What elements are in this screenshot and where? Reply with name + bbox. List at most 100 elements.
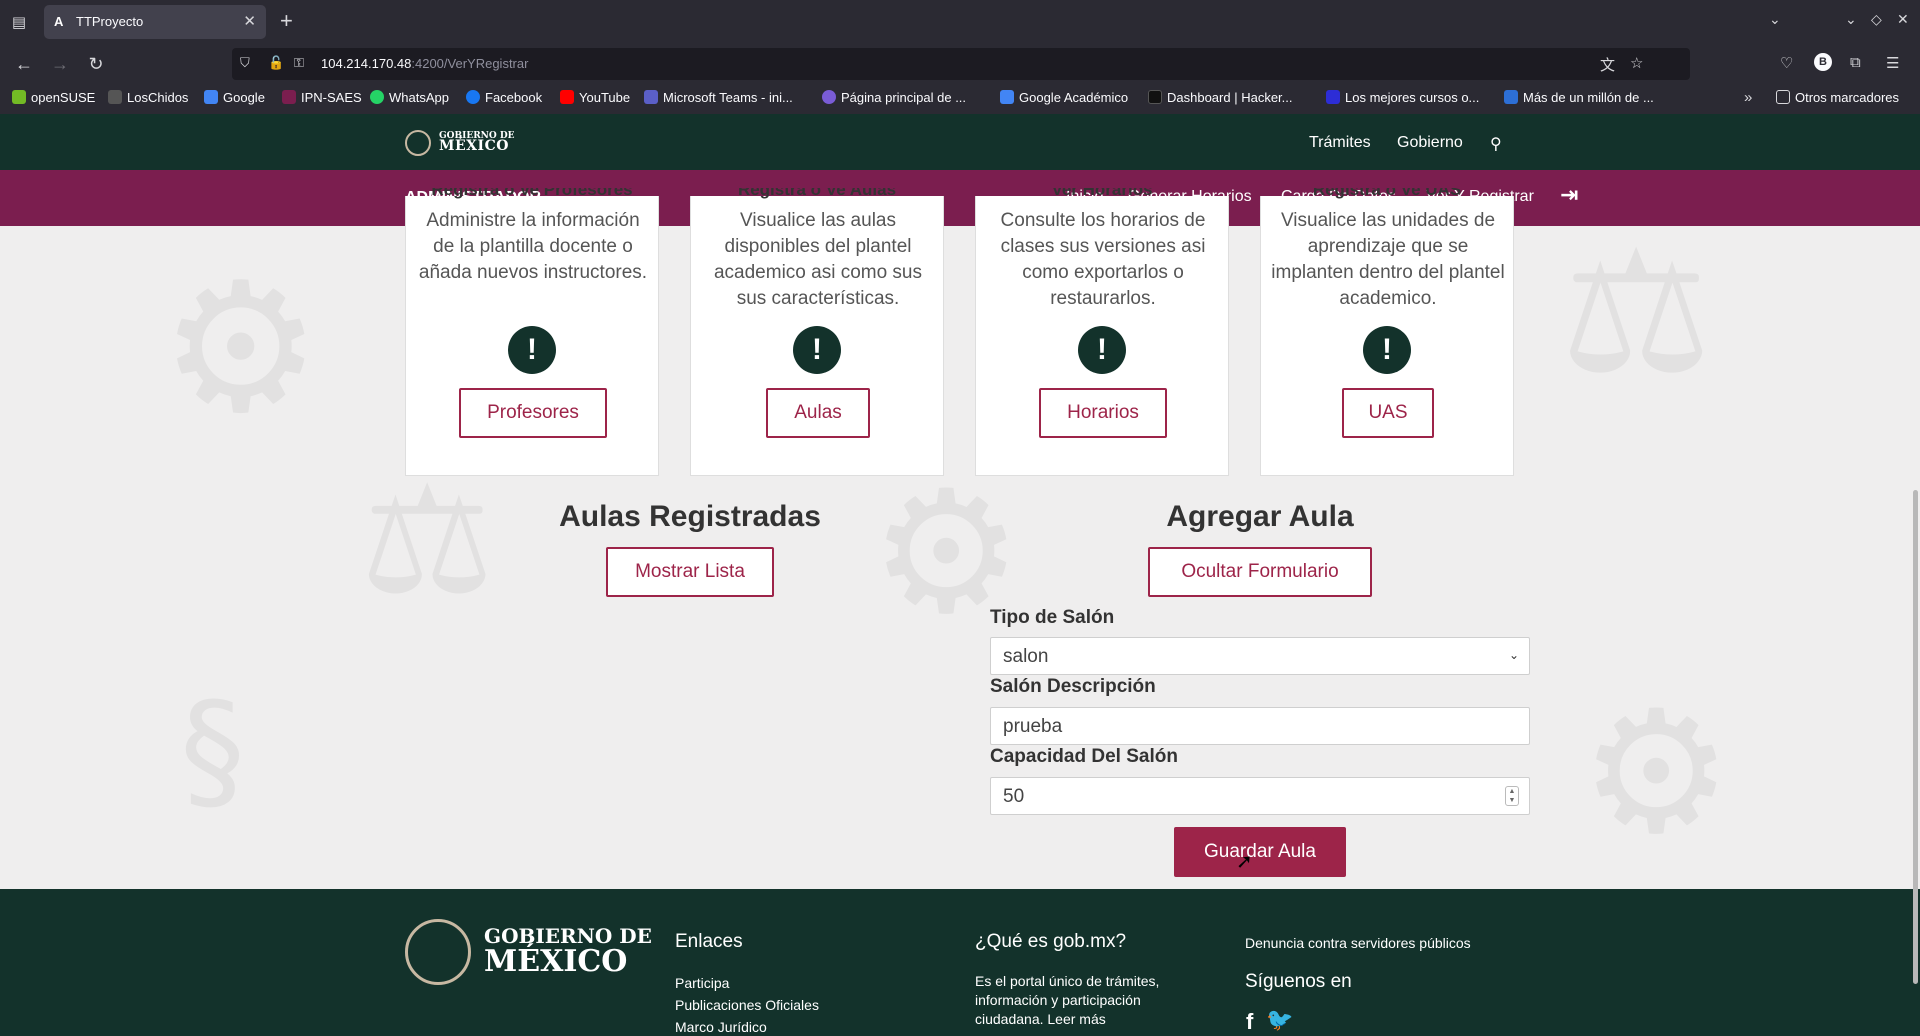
minimize-icon[interactable]: ⌄ [1845,11,1857,28]
card-title: Registra o Ve Aulas [737,188,897,199]
bookmark-item[interactable]: IPN-SAES [282,90,362,105]
footer-link-publicaciones[interactable]: Publicaciones Oficiales [675,997,819,1013]
bookmark-label: Más de un millón de ... [1523,90,1654,105]
forward-icon[interactable]: → [48,52,72,76]
page-scrollbar[interactable] [1913,490,1918,984]
bookmark-item[interactable]: Los mejores cursos o... [1326,90,1479,105]
tab-close-icon[interactable]: ✕ [243,12,256,30]
gov-logo-big: MÉXICO [439,138,509,154]
ipn-icon [282,90,296,104]
translate-icon[interactable]: 文 [1600,54,1615,75]
guardar-aula-button[interactable]: Guardar Aula [1174,827,1346,877]
card-text: Visualice las unidades de aprendizaje qu… [1271,210,1505,309]
other-bookmarks[interactable]: Otros marcadores [1776,90,1899,105]
chevron-down-icon: ⌄ [1508,648,1519,662]
bookmark-item[interactable]: Google Académico [1000,90,1128,105]
logout-icon[interactable]: ⇥ [1560,183,1578,208]
bookmark-item[interactable]: Página principal de ... [822,90,966,105]
url-bar[interactable]: ⛉ 🔓 ⚿ 104.214.170.48:4200/VerYRegistrar … [232,48,1690,80]
menu-icon[interactable]: ☰ [1886,54,1899,72]
footer-about-text: Es el portal único de trámites, informac… [975,973,1160,1027]
nav-tramites[interactable]: Trámites [1309,134,1371,152]
key-icon[interactable]: ⚿ [294,55,304,71]
footer-logo[interactable]: GOBIERNO DE MÉXICO [484,923,652,977]
card-horarios: Ver Horarios Consulte los horarios de cl… [975,188,1229,476]
footer-link-marco-juridico[interactable]: Marco Jurídico [675,1019,767,1035]
new-tab-icon[interactable]: + [280,9,293,33]
mostrar-lista-button[interactable]: Mostrar Lista [606,547,774,597]
maximize-icon[interactable]: ◇ [1871,11,1882,28]
extensions-icon[interactable]: ⧉ [1850,54,1861,71]
tab-list-icon[interactable]: ▤ [10,13,28,31]
aulas-button[interactable]: Aulas [766,388,870,438]
pocket-icon[interactable]: ♡ [1780,54,1793,72]
salon-descripcion-value: prueba [1003,716,1063,737]
bookmark-item[interactable]: openSUSE [12,90,95,105]
url-text[interactable]: 104.214.170.48:4200/VerYRegistrar [321,56,528,71]
page-content: ⚙ ⚖ ⚖ ⚙ ⚙ § GOBIERNO DE MÉXICO Trámites … [0,114,1920,1036]
gov-logo[interactable]: GOBIERNO DE MÉXICO [439,131,515,154]
bookmark-label: WhatsApp [389,90,449,105]
bookmark-label: YouTube [579,90,631,105]
bookmark-item[interactable]: Facebook [466,90,542,105]
serpent-decoration-icon: § [180,674,245,826]
bookmark-item[interactable]: Google [204,90,265,105]
bookmark-label: IPN-SAES [301,90,362,105]
salon-descripcion-label: Salón Descripción [990,676,1156,697]
gear-decoration-icon: ⚙ [160,244,322,453]
github-icon [108,90,122,104]
card-text: Visualice las aulas disponibles del plan… [713,210,923,309]
search-icon[interactable]: ⚲ [1490,134,1502,153]
youtube-icon [560,90,574,104]
tab-overflow-icon[interactable]: ⌄ [1769,11,1781,28]
twitter-icon[interactable]: 🐦 [1266,1007,1293,1033]
agregar-aula-title: Agregar Aula [1166,500,1354,533]
facebook-icon[interactable]: f [1246,1009,1253,1035]
mouse-cursor-icon: ➚ [1236,849,1253,873]
facebook-icon [466,90,480,104]
capacidad-salon-input[interactable]: 50 ▲ ▼ [990,777,1530,815]
salon-descripcion-input[interactable]: prueba [990,707,1530,745]
hackerrank-icon [1148,90,1162,104]
scales-decoration-icon: ⚖ [1560,214,1713,412]
uas-button[interactable]: UAS [1342,388,1434,438]
footer-denuncia-link[interactable]: Denuncia contra servidores públicos [1245,935,1471,951]
bookmark-label: openSUSE [31,90,96,105]
card-aulas: Registra o Ve Aulas Visualice las aulas … [690,188,944,476]
bookmark-item[interactable]: YouTube [560,90,630,105]
lock-icon[interactable]: 🔓 [268,55,284,71]
bookmark-item[interactable]: LosChidos [108,90,188,105]
nav-gobierno[interactable]: Gobierno [1397,134,1463,152]
capacidad-salon-value: 50 [1003,786,1025,807]
bookmarks-bar: openSUSE LosChidos Google IPN-SAES Whats… [0,84,1920,114]
bookmark-star-icon[interactable]: ☆ [1630,54,1643,72]
browser-tab[interactable]: A TTProyecto ✕ [44,5,266,39]
reload-icon[interactable]: ↻ [84,52,108,76]
shield-icon[interactable]: ⛉ [240,55,250,71]
tipo-salon-label: Tipo de Salón [990,607,1115,628]
bookmark-item[interactable]: Dashboard | Hacker... [1148,90,1293,105]
footer-link-participa[interactable]: Participa [675,975,729,991]
million-icon [1504,90,1518,104]
bookmark-item[interactable]: Microsoft Teams - ini... [644,90,793,105]
bookmark-label: Microsoft Teams - ini... [663,90,793,105]
google-icon [204,90,218,104]
tab-favicon-icon: A [54,14,64,29]
footer-about-title: ¿Qué es gob.mx? [975,931,1127,952]
number-stepper-icon[interactable]: ▲ ▼ [1505,786,1519,806]
horarios-button[interactable]: Horarios [1039,388,1167,438]
close-window-icon[interactable]: ✕ [1897,11,1909,28]
bookmark-label: LosChidos [127,90,189,105]
profile-b-icon[interactable]: B [1814,53,1832,71]
gov-seal-icon [405,919,471,985]
back-icon[interactable]: ← [12,52,36,76]
tipo-salon-select[interactable]: salon ⌄ [990,637,1530,675]
folder-icon [1776,90,1790,104]
bookmark-item[interactable]: Más de un millón de ... [1504,90,1654,105]
bookmark-item[interactable]: WhatsApp [370,90,449,105]
bookmarks-overflow-icon[interactable]: » [1744,89,1752,106]
admin-bar: ADMINISTRADOR Inicio Generar Horarios Ca… [0,170,1920,226]
profesores-button[interactable]: Profesores [459,388,607,438]
exclamation-icon: ! [793,326,841,374]
ocultar-formulario-button[interactable]: Ocultar Formulario [1148,547,1372,597]
